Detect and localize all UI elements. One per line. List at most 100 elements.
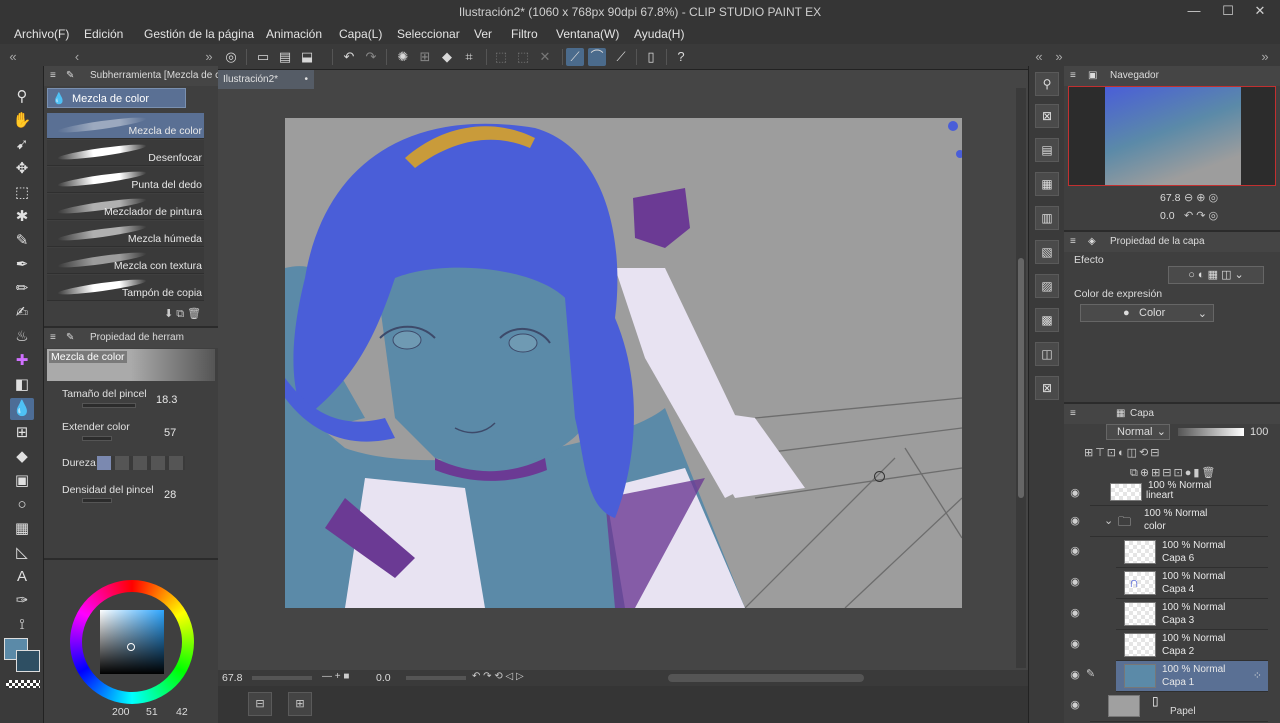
blend-mode-select[interactable]: Normal ⌄ — [1106, 424, 1170, 440]
menu-filtro[interactable]: Filtro — [511, 27, 538, 41]
operation-tool-icon[interactable]: ➹ — [10, 134, 34, 156]
collapse-right2-icon[interactable]: » — [1050, 48, 1068, 66]
panel-icon-3[interactable]: ▦ — [1035, 172, 1059, 196]
brush-item-desenfocar[interactable]: Desenfocar — [47, 140, 204, 166]
open-file-icon[interactable]: ▤ — [276, 48, 294, 66]
brush-size-value[interactable]: 18.3 — [156, 394, 177, 406]
layer-visibility-icon[interactable]: ◉ — [1068, 514, 1082, 528]
gradient-icon[interactable]: ▣ — [10, 470, 34, 492]
layer-visibility-icon[interactable]: ◉ — [1068, 606, 1082, 620]
subtool-footer-icons[interactable]: ⬇ ⧉ 🗑 — [164, 307, 201, 321]
rotation-slider[interactable] — [406, 676, 466, 680]
clip-studio-icon[interactable]: ◎ — [222, 48, 240, 66]
menu-icon[interactable]: ≡ — [1070, 66, 1076, 86]
menu-gestion-pagina[interactable]: Gestión de la página — [144, 27, 254, 41]
magic-wand-icon[interactable]: ✱ — [10, 206, 34, 228]
menu-icon[interactable]: ≡ — [50, 328, 56, 348]
transparent-color-swatch[interactable] — [6, 680, 40, 688]
tablet-settings-icon[interactable]: ▯ — [642, 48, 660, 66]
panel-icon-8[interactable]: ◫ — [1035, 342, 1059, 366]
layer-visibility-icon[interactable]: ◉ — [1068, 668, 1082, 682]
menu-ventana[interactable]: Ventana(W) — [556, 27, 619, 41]
special-ruler-snap-icon[interactable]: ⌒ — [588, 48, 606, 66]
chevron-down-icon[interactable]: ⌄ — [1104, 514, 1113, 527]
pencil-tool-icon[interactable]: ✏ — [10, 278, 34, 300]
opacity-value[interactable]: 100 — [1250, 426, 1268, 438]
panel-icon-4[interactable]: ▥ — [1035, 206, 1059, 230]
brush-tool-icon[interactable]: ✍ — [10, 302, 34, 324]
eyedropper-icon[interactable]: ✎ — [10, 230, 34, 252]
menu-capa[interactable]: Capa(L) — [339, 27, 382, 41]
layer-row-papel[interactable]: ▯ Papel — [1090, 692, 1268, 722]
navigator-rotate-controls-icon[interactable]: ↶ ↷ ◎ — [1184, 209, 1218, 222]
close-button[interactable]: ✕ — [1248, 3, 1272, 19]
brush-density-value[interactable]: 28 — [164, 489, 176, 501]
brush-size-slider[interactable] — [82, 403, 136, 408]
transform-icon[interactable]: ⊞ — [416, 48, 434, 66]
layer-row-capa-2[interactable]: 100 % Normal Capa 2 — [1116, 630, 1268, 661]
menu-seleccionar[interactable]: Seleccionar — [397, 27, 460, 41]
eraser-icon[interactable]: ◧ — [10, 374, 34, 396]
pen-tool-icon[interactable]: ✒ — [10, 254, 34, 276]
clear-selection-icon[interactable]: ✕ — [536, 48, 554, 66]
balloon-icon[interactable]: ✑ — [10, 590, 34, 612]
expand-panel-icon[interactable]: » — [200, 48, 218, 66]
brush-item-mezcla-humeda[interactable]: Mezcla húmeda — [47, 221, 204, 247]
expression-color-select[interactable]: ● Color ⌄ — [1080, 304, 1214, 322]
collapse-panel-icon[interactable]: ‹ — [68, 48, 86, 66]
sub-color-swatch[interactable] — [16, 650, 40, 672]
redo-icon[interactable]: ↷ — [362, 48, 380, 66]
decoration-tool-icon[interactable]: ✚ — [10, 350, 34, 372]
correct-line-icon[interactable]: ⟟ — [10, 614, 34, 636]
layer-toolbar-icons[interactable]: ⊞⊤⊡◐◫⟲⊟ — [1084, 446, 1162, 459]
brush-item-mezcla-textura[interactable]: Mezcla con textura — [47, 248, 204, 274]
loading-icon[interactable]: ✺ — [394, 48, 412, 66]
menu-icon[interactable]: ≡ — [1070, 232, 1076, 252]
panel-icon-1[interactable]: ⊠ — [1035, 104, 1059, 128]
opacity-slider[interactable] — [1178, 428, 1244, 436]
search-icon[interactable]: ⚲ — [1035, 72, 1059, 96]
menu-icon[interactable]: ≡ — [1070, 404, 1076, 424]
undo-icon[interactable]: ↶ — [340, 48, 358, 66]
grid-snap-icon[interactable]: ⟋ — [612, 48, 630, 66]
airbrush-icon[interactable]: ♨ — [10, 326, 34, 348]
blend-tool-icon[interactable]: 💧 — [10, 398, 34, 420]
layer-actions-icons[interactable]: ⧉⊕⊞⊟⊡●▮🗑 — [1130, 466, 1217, 480]
zoom-value[interactable]: 67.8 — [222, 672, 242, 684]
zoom-tool-icon[interactable]: ⚲ — [10, 86, 34, 108]
brush-density-slider[interactable] — [82, 498, 112, 503]
layer-visibility-icon[interactable]: ◉ — [1068, 486, 1082, 500]
save-icon[interactable]: ⬓ — [298, 48, 316, 66]
panel-icon-9[interactable]: ⊠ — [1035, 376, 1059, 400]
panel-icon-7[interactable]: ▩ — [1035, 308, 1059, 332]
panel-icon-5[interactable]: ▧ — [1035, 240, 1059, 264]
extend-color-slider[interactable] — [82, 436, 112, 441]
menu-archivo[interactable]: Archivo(F) — [14, 27, 69, 41]
layer-visibility-icon[interactable]: ◉ — [1068, 544, 1082, 558]
brush-item-mezclador-pintura[interactable]: Mezclador de pintura — [47, 194, 204, 220]
invert-selection-icon[interactable]: ⬚ — [514, 48, 532, 66]
layer-row-capa-1[interactable]: 100 % Normal Capa 1 ⁘ — [1116, 661, 1268, 692]
rotation-value[interactable]: 0.0 — [376, 672, 391, 684]
vertical-scrollbar[interactable] — [1016, 88, 1026, 668]
subtool-group-tab[interactable]: 💧 Mezcla de color — [47, 88, 186, 108]
panel-icon-6[interactable]: ▨ — [1035, 274, 1059, 298]
zoom-controls-icon[interactable]: — + ■ — [322, 671, 349, 682]
text-tool-icon[interactable]: A — [10, 566, 34, 588]
menu-animacion[interactable]: Animación — [266, 27, 322, 41]
navigator-rotation-value[interactable]: 0.0 — [1160, 210, 1175, 222]
layer-row-capa-4[interactable]: ∩ 100 % Normal Capa 4 — [1116, 568, 1268, 599]
collapse-left-icon[interactable]: « — [4, 48, 22, 66]
canvas-document[interactable] — [285, 118, 962, 608]
layer-visibility-icon[interactable]: ◉ — [1068, 637, 1082, 651]
menu-icon[interactable]: ≡ — [50, 66, 56, 86]
horizontal-scrollbar[interactable] — [668, 674, 864, 682]
brush-item-mezcla-color[interactable]: Mezcla de color — [47, 113, 204, 139]
collapse-right-icon[interactable]: « — [1030, 48, 1048, 66]
zoom-slider[interactable] — [252, 676, 312, 680]
ellipse-icon[interactable]: ○ — [10, 494, 34, 516]
help-icon[interactable]: ? — [672, 48, 690, 66]
brush-item-tampon-copia[interactable]: Tampón de copia — [47, 275, 204, 301]
ruler-snap-icon[interactable]: ⟋ — [566, 48, 584, 66]
effect-buttons[interactable]: ○ ◐ ▦ ◫ ⌄ — [1168, 266, 1264, 284]
